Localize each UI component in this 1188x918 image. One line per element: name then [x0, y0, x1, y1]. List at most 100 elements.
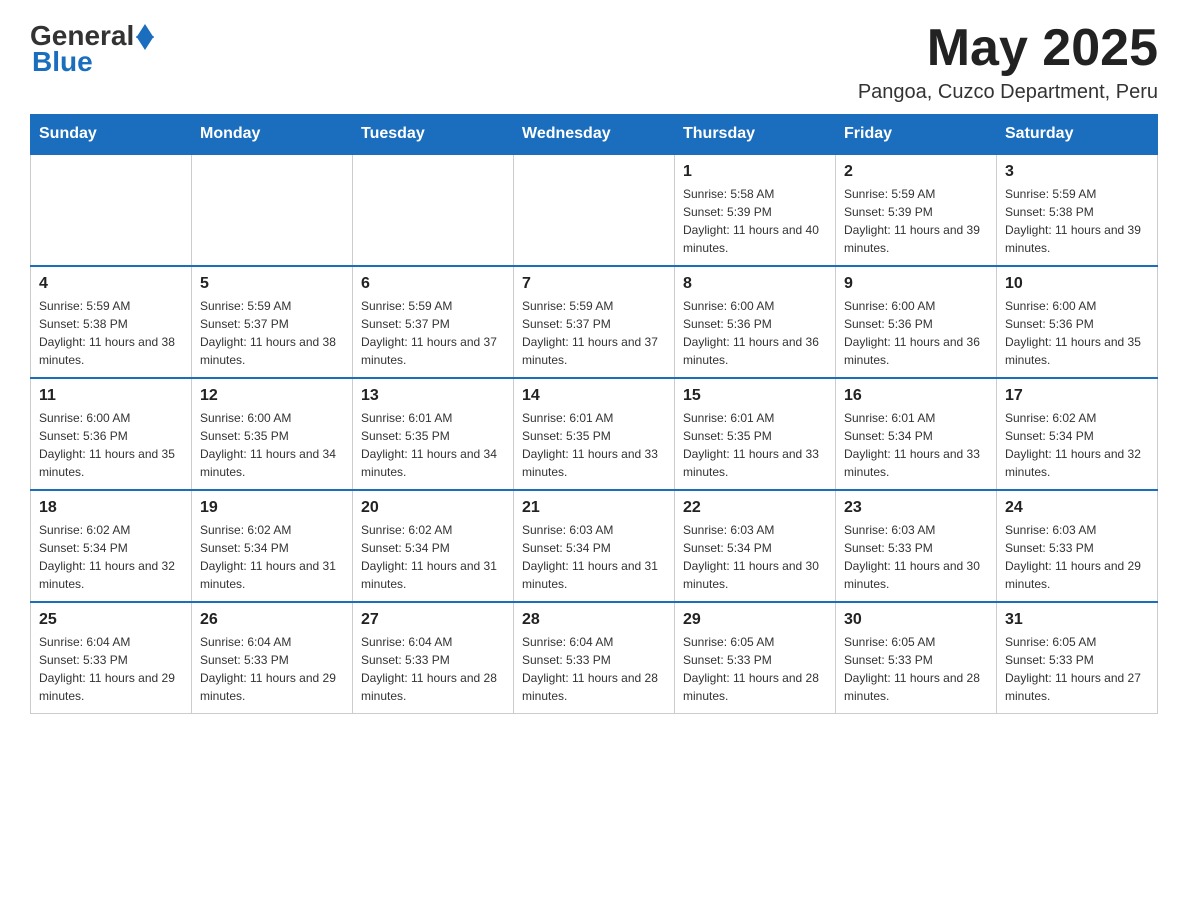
page-header: General Blue May 2025 Pangoa, Cuzco Depa…	[30, 20, 1158, 104]
day-info: Sunrise: 5:59 AMSunset: 5:37 PMDaylight:…	[200, 297, 344, 369]
day-info: Sunrise: 6:01 AMSunset: 5:35 PMDaylight:…	[361, 409, 505, 481]
calendar-cell: 10 Sunrise: 6:00 AMSunset: 5:36 PMDayligh…	[997, 266, 1158, 378]
calendar-cell: 31Sunrise: 6:05 AMSunset: 5:33 PMDayligh…	[997, 602, 1158, 714]
month-year-title: May 2025	[858, 20, 1158, 77]
day-info: Sunrise: 5:59 AMSunset: 5:37 PMDaylight:…	[522, 297, 666, 369]
day-number: 14	[522, 387, 666, 405]
calendar-header-saturday: Saturday	[997, 115, 1158, 155]
day-info: Sunrise: 6:00 AMSunset: 5:36 PMDaylight:…	[844, 297, 988, 369]
day-info: Sunrise: 6:03 AMSunset: 5:34 PMDaylight:…	[683, 521, 827, 593]
day-number: 24	[1005, 499, 1149, 517]
day-info: Sunrise: 6:01 AMSunset: 5:35 PMDaylight:…	[522, 409, 666, 481]
day-info: Sunrise: 6:01 AMSunset: 5:35 PMDaylight:…	[683, 409, 827, 481]
day-number: 19	[200, 499, 344, 517]
calendar-cell: 30Sunrise: 6:05 AMSunset: 5:33 PMDayligh…	[836, 602, 997, 714]
day-info: Sunrise: 5:59 AMSunset: 5:39 PMDaylight:…	[844, 185, 988, 257]
day-info: Sunrise: 6:03 AMSunset: 5:33 PMDaylight:…	[844, 521, 988, 593]
day-number: 9	[844, 275, 988, 293]
day-info: Sunrise: 5:59 AMSunset: 5:38 PMDaylight:…	[39, 297, 183, 369]
day-number: 31	[1005, 611, 1149, 629]
day-info: Sunrise: 6:04 AMSunset: 5:33 PMDaylight:…	[200, 633, 344, 705]
calendar-header-monday: Monday	[192, 115, 353, 155]
day-number: 25	[39, 611, 183, 629]
day-number: 26	[200, 611, 344, 629]
calendar-cell	[514, 154, 675, 266]
calendar-week-row: 18Sunrise: 6:02 AMSunset: 5:34 PMDayligh…	[31, 490, 1158, 602]
calendar-cell: 14 Sunrise: 6:01 AMSunset: 5:35 PMDayligh…	[514, 378, 675, 490]
calendar-cell: 16Sunrise: 6:01 AMSunset: 5:34 PMDayligh…	[836, 378, 997, 490]
calendar-cell	[31, 154, 192, 266]
calendar-cell: 1 Sunrise: 5:58 AMSunset: 5:39 PMDaylight…	[675, 154, 836, 266]
day-info: Sunrise: 6:00 AMSunset: 5:36 PMDaylight:…	[683, 297, 827, 369]
calendar-cell: 11 Sunrise: 6:00 AMSunset: 5:36 PMDayligh…	[31, 378, 192, 490]
calendar-cell: 13Sunrise: 6:01 AMSunset: 5:35 PMDayligh…	[353, 378, 514, 490]
day-info: Sunrise: 5:59 AMSunset: 5:37 PMDaylight:…	[361, 297, 505, 369]
calendar-cell: 19 Sunrise: 6:02 AMSunset: 5:34 PMDayligh…	[192, 490, 353, 602]
day-number: 8	[683, 275, 827, 293]
day-info: Sunrise: 6:04 AMSunset: 5:33 PMDaylight:…	[361, 633, 505, 705]
day-number: 28	[522, 611, 666, 629]
day-number: 21	[522, 499, 666, 517]
calendar-cell: 8 Sunrise: 6:00 AMSunset: 5:36 PMDaylight…	[675, 266, 836, 378]
calendar-week-row: 25 Sunrise: 6:04 AMSunset: 5:33 PMDayligh…	[31, 602, 1158, 714]
calendar-cell: 2 Sunrise: 5:59 AMSunset: 5:39 PMDaylight…	[836, 154, 997, 266]
day-info: Sunrise: 6:02 AMSunset: 5:34 PMDaylight:…	[200, 521, 344, 593]
logo-triangle-down	[136, 36, 154, 50]
calendar-cell: 29 Sunrise: 6:05 AMSunset: 5:33 PMDayligh…	[675, 602, 836, 714]
calendar-cell: 25 Sunrise: 6:04 AMSunset: 5:33 PMDayligh…	[31, 602, 192, 714]
day-number: 5	[200, 275, 344, 293]
calendar-cell: 26 Sunrise: 6:04 AMSunset: 5:33 PMDayligh…	[192, 602, 353, 714]
day-number: 2	[844, 163, 988, 181]
day-number: 17	[1005, 387, 1149, 405]
calendar-cell: 9 Sunrise: 6:00 AMSunset: 5:36 PMDaylight…	[836, 266, 997, 378]
day-number: 15	[683, 387, 827, 405]
calendar-cell: 23Sunrise: 6:03 AMSunset: 5:33 PMDayligh…	[836, 490, 997, 602]
day-info: Sunrise: 6:04 AMSunset: 5:33 PMDaylight:…	[522, 633, 666, 705]
day-info: Sunrise: 6:00 AMSunset: 5:36 PMDaylight:…	[39, 409, 183, 481]
day-info: Sunrise: 5:59 AMSunset: 5:38 PMDaylight:…	[1005, 185, 1149, 257]
calendar-cell: 18Sunrise: 6:02 AMSunset: 5:34 PMDayligh…	[31, 490, 192, 602]
day-info: Sunrise: 6:00 AMSunset: 5:36 PMDaylight:…	[1005, 297, 1149, 369]
day-info: Sunrise: 6:04 AMSunset: 5:33 PMDaylight:…	[39, 633, 183, 705]
calendar-cell: 24 Sunrise: 6:03 AMSunset: 5:33 PMDayligh…	[997, 490, 1158, 602]
calendar-header-thursday: Thursday	[675, 115, 836, 155]
day-number: 30	[844, 611, 988, 629]
calendar-cell: 28 Sunrise: 6:04 AMSunset: 5:33 PMDayligh…	[514, 602, 675, 714]
calendar-table: SundayMondayTuesdayWednesdayThursdayFrid…	[30, 114, 1158, 714]
day-info: Sunrise: 6:02 AMSunset: 5:34 PMDaylight:…	[361, 521, 505, 593]
calendar-cell: 20 Sunrise: 6:02 AMSunset: 5:34 PMDayligh…	[353, 490, 514, 602]
calendar-cell: 27 Sunrise: 6:04 AMSunset: 5:33 PMDayligh…	[353, 602, 514, 714]
day-number: 12	[200, 387, 344, 405]
calendar-header-friday: Friday	[836, 115, 997, 155]
day-number: 27	[361, 611, 505, 629]
calendar-cell	[192, 154, 353, 266]
logo-blue-text: Blue	[32, 46, 93, 78]
day-number: 16	[844, 387, 988, 405]
calendar-header-row: SundayMondayTuesdayWednesdayThursdayFrid…	[31, 115, 1158, 155]
day-number: 10	[1005, 275, 1149, 293]
calendar-cell: 7Sunrise: 5:59 AMSunset: 5:37 PMDaylight…	[514, 266, 675, 378]
calendar-week-row: 1 Sunrise: 5:58 AMSunset: 5:39 PMDaylight…	[31, 154, 1158, 266]
day-info: Sunrise: 6:03 AMSunset: 5:33 PMDaylight:…	[1005, 521, 1149, 593]
day-number: 4	[39, 275, 183, 293]
day-info: Sunrise: 6:05 AMSunset: 5:33 PMDaylight:…	[683, 633, 827, 705]
calendar-header-sunday: Sunday	[31, 115, 192, 155]
day-number: 3	[1005, 163, 1149, 181]
calendar-cell: 4 Sunrise: 5:59 AMSunset: 5:38 PMDaylight…	[31, 266, 192, 378]
day-number: 11	[39, 387, 183, 405]
calendar-cell: 15 Sunrise: 6:01 AMSunset: 5:35 PMDayligh…	[675, 378, 836, 490]
day-number: 6	[361, 275, 505, 293]
day-number: 1	[683, 163, 827, 181]
calendar-cell	[353, 154, 514, 266]
logo: General Blue	[30, 20, 154, 78]
calendar-cell: 22Sunrise: 6:03 AMSunset: 5:34 PMDayligh…	[675, 490, 836, 602]
calendar-cell: 5 Sunrise: 5:59 AMSunset: 5:37 PMDaylight…	[192, 266, 353, 378]
day-info: Sunrise: 5:58 AMSunset: 5:39 PMDaylight:…	[683, 185, 827, 257]
day-number: 29	[683, 611, 827, 629]
day-number: 20	[361, 499, 505, 517]
calendar-cell: 21Sunrise: 6:03 AMSunset: 5:34 PMDayligh…	[514, 490, 675, 602]
calendar-week-row: 11 Sunrise: 6:00 AMSunset: 5:36 PMDayligh…	[31, 378, 1158, 490]
calendar-cell: 17Sunrise: 6:02 AMSunset: 5:34 PMDayligh…	[997, 378, 1158, 490]
calendar-cell: 12Sunrise: 6:00 AMSunset: 5:35 PMDayligh…	[192, 378, 353, 490]
calendar-cell: 3 Sunrise: 5:59 AMSunset: 5:38 PMDaylight…	[997, 154, 1158, 266]
